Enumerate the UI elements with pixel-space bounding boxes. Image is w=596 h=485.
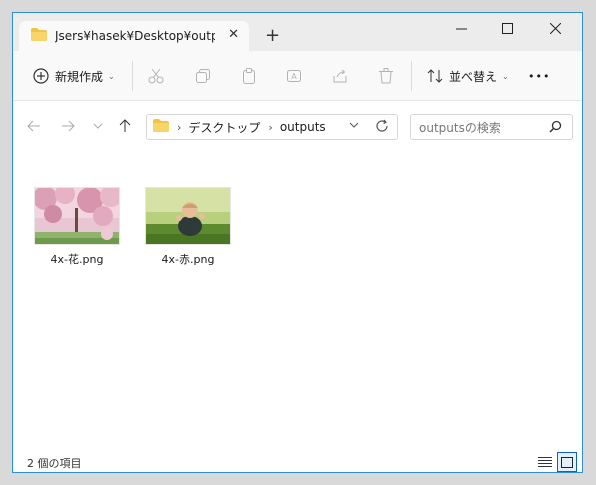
search-input[interactable]: outputsの検索 — [410, 114, 573, 140]
file-item[interactable]: 4x-赤.png — [143, 187, 233, 267]
sort-label: 並べ替え — [449, 69, 498, 84]
refresh-icon[interactable] — [375, 119, 389, 137]
back-button[interactable] — [21, 113, 47, 139]
arrow-right-icon — [62, 120, 75, 132]
maximize-icon — [501, 22, 513, 34]
forward-button[interactable] — [55, 113, 81, 139]
close-tab-icon[interactable]: ✕ — [228, 27, 239, 42]
new-button[interactable]: 新規作成 ⌄ — [33, 51, 115, 101]
file-explorer-window: Jsers¥hasek¥Desktop¥outputs ✕ + 新規作成 ⌄ — [12, 12, 583, 473]
tab-outputs[interactable]: Jsers¥hasek¥Desktop¥outputs ✕ — [19, 21, 249, 51]
navigation-bar: › デスクトップ › outputs outputsの検索 — [13, 101, 582, 151]
svg-text:A: A — [291, 72, 297, 81]
new-label: 新規作成 — [55, 69, 104, 84]
maximize-button[interactable] — [484, 13, 530, 43]
minimize-button[interactable] — [438, 13, 484, 43]
details-view-button[interactable] — [536, 453, 554, 471]
more-icon: ••• — [528, 69, 551, 83]
file-name: 4x-花.png — [50, 253, 104, 266]
chevron-down-icon — [93, 123, 103, 129]
chevron-down-icon: ⌄ — [502, 71, 509, 81]
sort-arrows-icon — [427, 69, 443, 83]
tiles-view-icon — [561, 456, 573, 468]
item-count: 2 個の項目 — [27, 457, 82, 470]
copy-button[interactable] — [195, 51, 211, 101]
new-tab-icon[interactable]: + — [265, 25, 280, 46]
rename-button[interactable]: A — [286, 51, 302, 101]
baby-on-grass-thumbnail — [145, 187, 231, 245]
file-list: 4x-花.png 4x-赤.png — [13, 151, 582, 451]
file-name: 4x-赤.png — [161, 253, 215, 266]
cherry-blossom-thumbnail — [33, 184, 122, 245]
sort-button[interactable]: 並べ替え ⌄ — [427, 51, 509, 101]
minimize-icon — [455, 28, 467, 29]
share-icon — [333, 69, 347, 83]
breadcrumb-desktop[interactable]: デスクトップ — [188, 119, 260, 136]
address-history-icon[interactable] — [349, 121, 359, 132]
breadcrumb-separator[interactable]: › — [268, 121, 272, 134]
large-icons-view-button[interactable] — [557, 452, 577, 472]
toolbar-divider — [411, 61, 412, 91]
breadcrumb-outputs[interactable]: outputs — [280, 120, 326, 134]
clipboard-icon — [243, 68, 255, 84]
share-button[interactable] — [332, 51, 348, 101]
search-placeholder: outputsの検索 — [419, 120, 501, 135]
list-view-icon — [538, 457, 552, 467]
arrow-up-icon — [119, 119, 131, 132]
paste-button[interactable] — [241, 51, 257, 101]
title-bar: Jsers¥hasek¥Desktop¥outputs ✕ + — [13, 13, 582, 51]
command-bar: 新規作成 ⌄ A 並べ替え ⌄ ••• — [13, 51, 582, 101]
more-options-button[interactable]: ••• — [528, 51, 550, 101]
cut-button[interactable] — [148, 51, 164, 101]
close-window-button[interactable] — [532, 13, 578, 43]
status-bar: 2 個の項目 — [13, 451, 582, 472]
delete-button[interactable] — [378, 51, 394, 101]
up-button[interactable] — [112, 113, 138, 139]
scissors-icon — [148, 68, 164, 84]
search-icon[interactable] — [549, 120, 562, 136]
rename-icon: A — [287, 70, 301, 82]
file-item[interactable]: 4x-花.png — [32, 184, 122, 267]
trash-icon — [379, 68, 393, 84]
close-icon — [549, 22, 561, 34]
arrow-left-icon — [27, 120, 40, 132]
toolbar-divider — [132, 61, 133, 91]
breadcrumb-separator[interactable]: › — [177, 121, 181, 134]
chevron-down-icon: ⌄ — [108, 71, 115, 81]
plus-circle-icon — [33, 68, 49, 84]
recent-locations-button[interactable] — [85, 113, 111, 139]
copy-icon — [196, 69, 210, 83]
folder-icon — [31, 28, 47, 44]
folder-icon — [153, 119, 169, 135]
address-bar[interactable]: › デスクトップ › outputs — [146, 114, 398, 140]
tab-title: Jsers¥hasek¥Desktop¥outputs — [55, 29, 215, 43]
